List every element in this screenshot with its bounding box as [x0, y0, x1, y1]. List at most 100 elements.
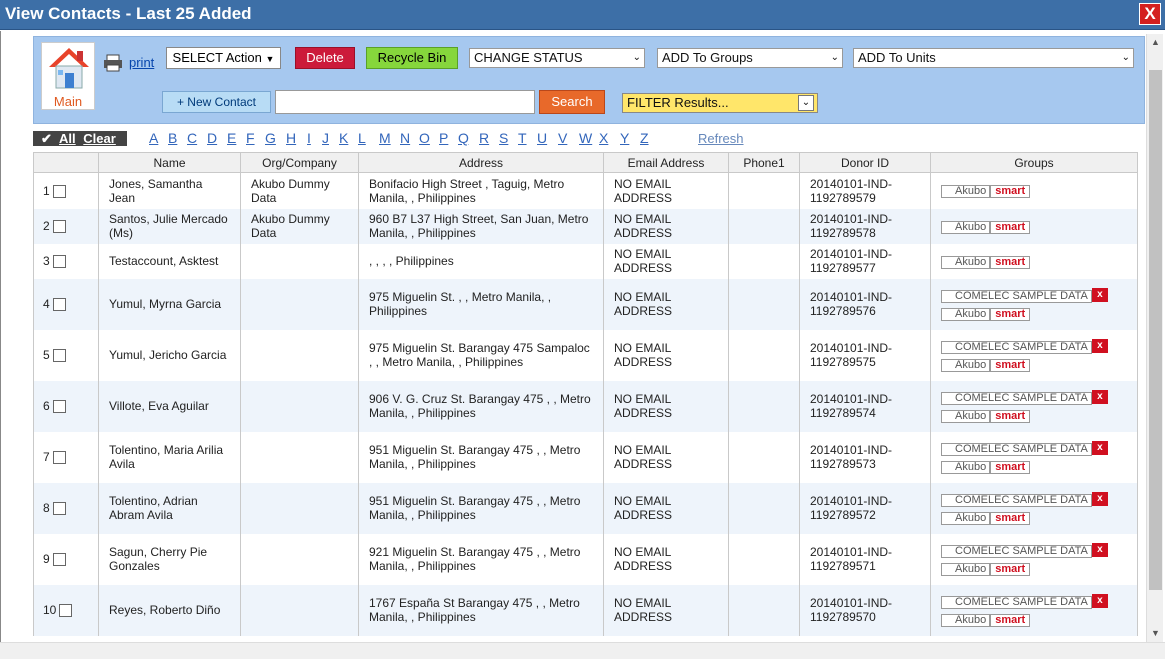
select-action-button[interactable]: SELECT Action ▼ [166, 47, 281, 69]
letter-filter-n[interactable]: N [400, 130, 410, 146]
remove-group-icon[interactable]: x [1091, 593, 1108, 608]
letter-filter-t[interactable]: T [518, 130, 527, 146]
letter-filter-r[interactable]: R [479, 130, 489, 146]
group-tag-comelec[interactable]: COMELEC SAMPLE DATA [941, 289, 1092, 303]
add-to-groups-select[interactable]: ADD To Groups ⌄ [657, 48, 843, 68]
refresh-link[interactable]: Refresh [698, 131, 744, 146]
close-button[interactable]: X [1139, 3, 1161, 25]
letter-filter-c[interactable]: C [187, 130, 197, 146]
group-tag-smart[interactable]: smart [990, 511, 1031, 525]
group-tag-akubo[interactable]: Akubo [941, 409, 991, 423]
letter-filter-o[interactable]: O [419, 130, 430, 146]
letter-filter-m[interactable]: M [379, 130, 391, 146]
scroll-up-icon[interactable]: ▲ [1147, 34, 1164, 51]
change-status-select[interactable]: CHANGE STATUS ⌄ [469, 48, 645, 68]
letter-filter-z[interactable]: Z [640, 130, 649, 146]
group-tag-akubo[interactable]: Akubo [941, 307, 991, 321]
letter-filter-b[interactable]: B [168, 130, 177, 146]
group-tag-akubo[interactable]: Akubo [941, 185, 991, 199]
remove-group-icon[interactable]: x [1091, 389, 1108, 404]
remove-group-icon[interactable]: x [1091, 338, 1108, 353]
letter-filter-j[interactable]: J [322, 130, 329, 146]
row-checkbox[interactable] [52, 349, 66, 363]
letter-filter-h[interactable]: H [286, 130, 296, 146]
letter-filter-k[interactable]: K [339, 130, 348, 146]
vertical-scrollbar[interactable]: ▲ ▼ [1146, 34, 1163, 642]
letter-filter-i[interactable]: I [307, 130, 311, 146]
group-tag-comelec[interactable]: COMELEC SAMPLE DATA [941, 493, 1092, 507]
main-home-button[interactable]: Main [41, 42, 95, 110]
add-to-units-select[interactable]: ADD To Units ⌄ [853, 48, 1134, 68]
group-tag-comelec[interactable]: COMELEC SAMPLE DATA [941, 340, 1092, 354]
search-button[interactable]: Search [539, 90, 605, 114]
remove-group-icon[interactable]: x [1091, 440, 1108, 455]
letter-filter-d[interactable]: D [207, 130, 217, 146]
table-row[interactable]: 4 Yumul, Myrna Garcia 975 Miguelin St. , ,… [33, 278, 1138, 330]
group-tag-smart[interactable]: smart [990, 220, 1031, 234]
delete-button[interactable]: Delete [295, 47, 355, 69]
row-checkbox[interactable] [52, 298, 66, 312]
remove-group-icon[interactable]: x [1091, 491, 1108, 506]
recycle-bin-button[interactable]: Recycle Bin [366, 47, 458, 69]
table-row[interactable]: 6 Villote, Eva Aguilar 906 V. G. Cruz St. … [33, 380, 1138, 432]
new-contact-button[interactable]: + New Contact [162, 91, 271, 113]
table-row[interactable]: 1 Jones, Samantha Jean Akubo Dummy Data Bon… [33, 172, 1138, 209]
letter-filter-p[interactable]: P [439, 130, 448, 146]
group-tag-akubo[interactable]: Akubo [941, 613, 991, 627]
group-tag-akubo[interactable]: Akubo [941, 220, 991, 234]
group-tag-comelec[interactable]: COMELEC SAMPLE DATA [941, 391, 1092, 405]
letter-filter-a[interactable]: A [149, 130, 158, 146]
group-tag-comelec[interactable]: COMELEC SAMPLE DATA [941, 544, 1092, 558]
letter-filter-f[interactable]: F [246, 130, 255, 146]
letter-filter-g[interactable]: G [265, 130, 276, 146]
group-tag-akubo[interactable]: Akubo [941, 562, 991, 576]
remove-group-icon[interactable]: x [1091, 287, 1108, 302]
printer-icon[interactable] [103, 54, 123, 72]
group-tag-smart[interactable]: smart [990, 307, 1031, 321]
table-row[interactable]: 10 Reyes, Roberto Diño 1767 España St Bara… [33, 584, 1138, 636]
row-checkbox[interactable] [52, 451, 66, 465]
group-tag-akubo[interactable]: Akubo [941, 358, 991, 372]
clear-link[interactable]: Clear [83, 131, 116, 146]
scrollbar-thumb[interactable] [1149, 70, 1162, 590]
group-tag-akubo[interactable]: Akubo [941, 255, 991, 269]
letter-filter-y[interactable]: Y [620, 130, 629, 146]
table-row[interactable]: 3 Testaccount, Asktest , , , , Philippines… [33, 243, 1138, 279]
all-link[interactable]: All [59, 131, 76, 146]
letter-filter-q[interactable]: Q [458, 130, 469, 146]
group-tag-comelec[interactable]: COMELEC SAMPLE DATA [941, 442, 1092, 456]
group-tag-comelec[interactable]: COMELEC SAMPLE DATA [941, 595, 1092, 609]
table-row[interactable]: 5 Yumul, Jericho Garcia 975 Miguelin St. B… [33, 329, 1138, 381]
group-tag-smart[interactable]: smart [990, 255, 1031, 269]
row-checkbox[interactable] [52, 400, 66, 414]
search-input[interactable] [275, 90, 535, 114]
filter-results-select[interactable]: FILTER Results... ⌄ [622, 93, 818, 113]
table-row[interactable]: 2 Santos, Julie Mercado (Ms) Akubo Dummy D… [33, 208, 1138, 244]
row-checkbox[interactable] [52, 502, 66, 516]
print-link[interactable]: print [129, 55, 154, 70]
letter-filter-e[interactable]: E [227, 130, 236, 146]
letter-filter-l[interactable]: L [358, 130, 366, 146]
row-checkbox[interactable] [59, 604, 73, 618]
table-row[interactable]: 9 Sagun, Cherry Pie Gonzales 921 Miguelin … [33, 533, 1138, 585]
group-tag-smart[interactable]: smart [990, 562, 1031, 576]
letter-filter-u[interactable]: U [537, 130, 547, 146]
row-checkbox[interactable] [52, 220, 66, 234]
letter-filter-v[interactable]: V [558, 130, 567, 146]
table-row[interactable]: 8 Tolentino, Adrian Abram Avila 951 Miguel… [33, 482, 1138, 534]
remove-group-icon[interactable]: x [1091, 542, 1108, 557]
group-tag-smart[interactable]: smart [990, 185, 1031, 199]
group-tag-smart[interactable]: smart [990, 409, 1031, 423]
letter-filter-w[interactable]: W [579, 130, 592, 146]
group-tag-smart[interactable]: smart [990, 613, 1031, 627]
row-checkbox[interactable] [52, 553, 66, 567]
letter-filter-x[interactable]: X [599, 130, 608, 146]
letter-filter-s[interactable]: S [499, 130, 508, 146]
row-checkbox[interactable] [52, 255, 66, 269]
scroll-down-icon[interactable]: ▼ [1147, 625, 1164, 642]
group-tag-smart[interactable]: smart [990, 358, 1031, 372]
group-tag-akubo[interactable]: Akubo [941, 460, 991, 474]
group-tag-smart[interactable]: smart [990, 460, 1031, 474]
row-checkbox[interactable] [52, 184, 66, 198]
table-row[interactable]: 7 Tolentino, Maria Arilia Avila 951 Miguel… [33, 431, 1138, 483]
